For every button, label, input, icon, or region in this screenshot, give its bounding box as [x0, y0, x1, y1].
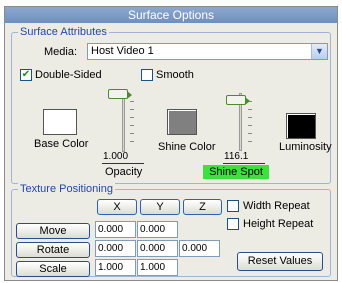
texture-positioning-group: Texture Positioning X Y Z Width Repeat H…: [11, 183, 331, 277]
width-repeat-checkbox[interactable]: [227, 200, 239, 212]
texture-positioning-legend: Texture Positioning: [18, 183, 115, 195]
base-color-label: Base Color: [34, 138, 89, 150]
reset-values-button[interactable]: Reset Values: [237, 252, 323, 271]
luminosity-swatch[interactable]: [286, 113, 316, 139]
smooth-label: Smooth: [156, 69, 194, 81]
base-color-swatch[interactable]: [43, 109, 77, 135]
height-repeat-label: Height Repeat: [243, 218, 314, 230]
scale-button[interactable]: Scale: [16, 261, 90, 277]
shine-color-swatch[interactable]: [167, 109, 197, 135]
shine-color-label: Shine Color: [158, 141, 216, 153]
shine-spot-slider-thumb[interactable]: [226, 95, 250, 105]
axis-z-button[interactable]: Z: [183, 199, 222, 215]
media-select[interactable]: Host Video 1 ▼: [87, 43, 328, 60]
opacity-value[interactable]: 1.000: [102, 151, 144, 164]
axis-x-button[interactable]: X: [97, 199, 137, 215]
move-x-field[interactable]: 0.000: [95, 221, 136, 238]
scale-x-field[interactable]: 1.000: [95, 259, 136, 276]
surface-attributes-legend: Surface Attributes: [18, 26, 109, 38]
height-repeat-checkbox[interactable]: [227, 218, 239, 230]
chevron-down-icon[interactable]: ▼: [311, 44, 327, 59]
smooth-checkbox[interactable]: [141, 69, 153, 81]
panel-title: Surface Options: [5, 7, 337, 23]
opacity-slider-thumb[interactable]: [108, 89, 132, 99]
rotate-y-field[interactable]: 0.000: [137, 240, 178, 257]
surface-attributes-group: Surface Attributes Media: Host Video 1 ▼…: [11, 26, 332, 184]
double-sided-label: Double-Sided: [35, 69, 102, 81]
move-button[interactable]: Move: [16, 223, 90, 239]
move-y-field[interactable]: 0.000: [137, 221, 178, 238]
shine-spot-value[interactable]: 116.1: [223, 151, 265, 164]
double-sided-checkbox[interactable]: ✔: [20, 69, 32, 81]
scale-y-field[interactable]: 1.000: [137, 259, 178, 276]
luminosity-label: Luminosity: [279, 141, 332, 153]
shine-spot-label: Shine Spot: [203, 165, 269, 179]
rotate-button[interactable]: Rotate: [16, 242, 90, 258]
media-label: Media:: [44, 46, 78, 58]
opacity-label: Opacity: [105, 166, 143, 178]
axis-y-button[interactable]: Y: [140, 199, 180, 215]
rotate-x-field[interactable]: 0.000: [95, 240, 136, 257]
media-value: Host Video 1: [91, 45, 154, 57]
rotate-z-field[interactable]: 0.000: [179, 240, 220, 257]
surface-options-panel: Surface Options Surface Attributes Media…: [4, 6, 338, 281]
width-repeat-label: Width Repeat: [243, 200, 310, 212]
